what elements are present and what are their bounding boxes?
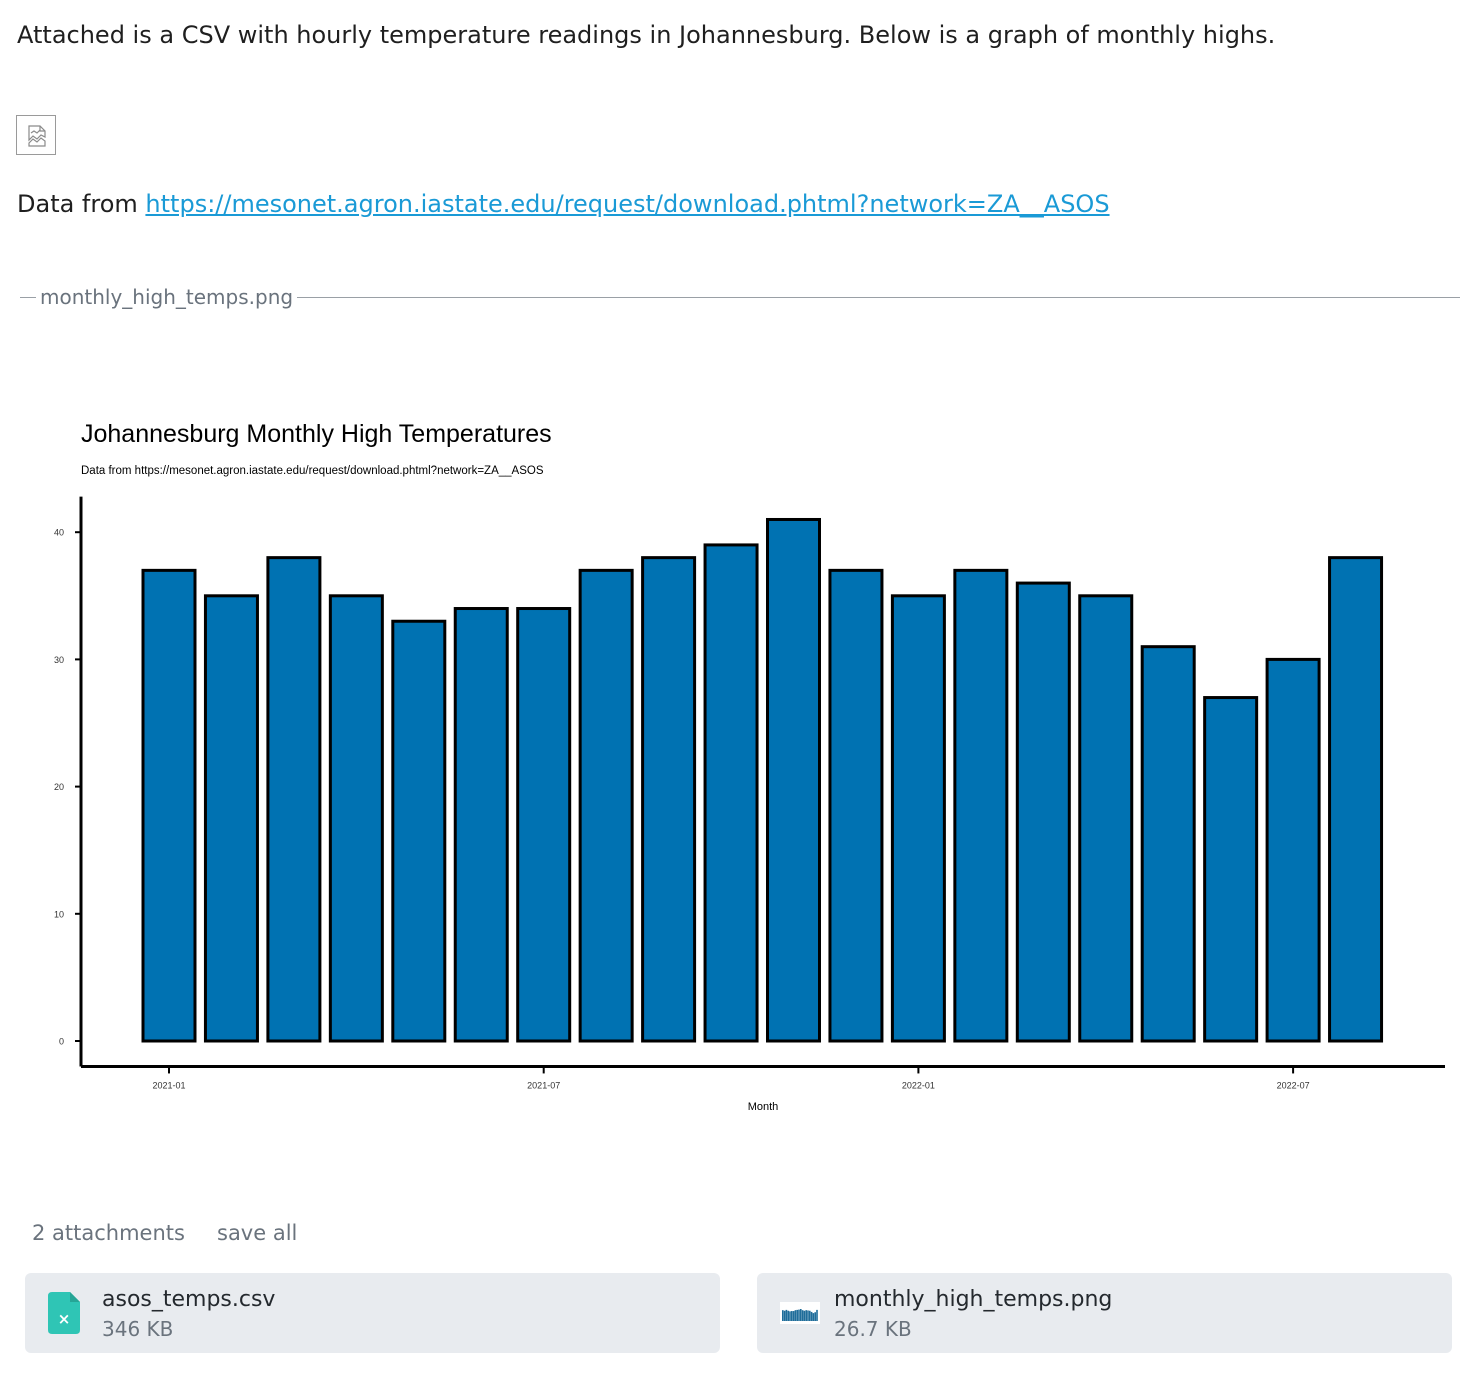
chart-subtitle: Data from https://mesonet.agron.iastate.… [81, 465, 544, 477]
bar-2021-06 [453, 607, 509, 1043]
chart-x-axis: 2021-01 2021-07 2022-01 2022-07 [81, 1064, 1445, 1090]
broken-image-glyph [28, 125, 46, 147]
bar-2021-04 [328, 594, 384, 1043]
bar-2022-02 [953, 568, 1009, 1043]
thumbnail-bar [796, 1309, 798, 1321]
chart-title: Johannesburg Monthly High Temperatures [81, 420, 552, 448]
thumbnail-bar [800, 1309, 802, 1321]
bar-2022-03 [1015, 581, 1071, 1043]
thumbnail-bar [787, 1310, 789, 1321]
thumbnail-bar [807, 1310, 809, 1321]
source-link[interactable]: https://mesonet.agron.iastate.edu/reques… [145, 190, 1109, 218]
attachments-count: 2 attachments [32, 1221, 185, 1245]
thumbnail-bar [810, 1311, 813, 1321]
bar-2021-09 [641, 556, 697, 1043]
thumbnail-bar [814, 1312, 816, 1321]
bar-2021-11 [766, 517, 821, 1043]
thumbnail-bar [785, 1309, 788, 1321]
bar-2022-06 [1203, 696, 1259, 1043]
thumbnail-bar [782, 1310, 784, 1321]
bar-2021-02 [203, 594, 259, 1043]
attachments-header: 2 attachments save all [32, 1218, 297, 1248]
bar-chart: Johannesburg Monthly High Temperatures D… [54, 420, 1445, 1113]
x-tick-label: 2022-07 [1277, 1080, 1310, 1090]
thumbnail-bar [794, 1310, 797, 1321]
bar-2022-05 [1140, 645, 1196, 1043]
thumbnail-bar [789, 1311, 791, 1321]
save-all-button[interactable]: save all [217, 1218, 297, 1248]
thumbnail-bar [792, 1311, 795, 1321]
chart-image: Johannesburg Monthly High Temperatures D… [0, 395, 1475, 1135]
thumbnail-bar [791, 1311, 793, 1321]
thumbnail-bar [809, 1310, 811, 1321]
bar-2021-10 [703, 543, 759, 1043]
thumbnail-bar [801, 1310, 804, 1321]
thumbnail-bar [812, 1313, 815, 1321]
thumbnail-bar [783, 1310, 786, 1321]
bar-2021-05 [391, 619, 447, 1043]
bar-2021-08 [578, 568, 634, 1043]
bar-2022-01 [890, 594, 946, 1043]
y-tick-label: 10 [54, 909, 64, 919]
bar-2021-01 [141, 568, 197, 1043]
bar-2021-12 [828, 568, 884, 1043]
source-prefix: Data from [17, 190, 146, 218]
svg-text:×: × [58, 1310, 71, 1328]
attachment-name: asos_temps.csv [102, 1287, 276, 1312]
x-tick-label: 2022-01 [902, 1080, 935, 1090]
chart-x-axis-label: Month [748, 1101, 779, 1113]
chart-bars [141, 517, 1384, 1043]
source-line: Data from https://mesonet.agron.iastate.… [17, 187, 1110, 221]
bar-2022-04 [1078, 594, 1134, 1043]
attachment-card-csv[interactable]: × asos_temps.csv 346 KB [25, 1273, 720, 1353]
thumbnail-bar [798, 1309, 800, 1321]
x-tick-label: 2021-01 [152, 1080, 185, 1090]
thumbnail-bar [803, 1310, 806, 1321]
attachment-size: 346 KB [102, 1317, 174, 1341]
bar-2022-08 [1328, 556, 1384, 1043]
attachment-card-png[interactable]: monthly_high_temps.png 26.7 KB [757, 1273, 1452, 1353]
image-thumbnail-icon [780, 1302, 820, 1324]
y-tick-label: 40 [54, 528, 64, 538]
attachment-size: 26.7 KB [834, 1317, 912, 1341]
bar-2021-03 [266, 556, 322, 1043]
x-tick-label: 2021-07 [527, 1080, 560, 1090]
broken-image-icon[interactable] [16, 115, 56, 155]
attachment-name: monthly_high_temps.png [834, 1287, 1113, 1312]
thumbnail-bar [805, 1310, 807, 1321]
y-tick-label: 20 [54, 782, 64, 792]
bar-2021-07 [516, 607, 572, 1043]
inline-attachment-filename: monthly_high_temps.png [36, 285, 298, 309]
thumbnail-bar [816, 1309, 818, 1321]
inline-attachment-divider: monthly_high_temps.png [20, 285, 1460, 309]
chart-y-axis: 0 10 20 30 40 [54, 496, 83, 1067]
y-tick-label: 30 [54, 655, 64, 665]
message-intro: Attached is a CSV with hourly temperatur… [17, 21, 1276, 49]
bar-2022-07 [1265, 657, 1321, 1043]
y-tick-label: 0 [59, 1037, 64, 1047]
spreadsheet-icon: × [48, 1292, 80, 1334]
